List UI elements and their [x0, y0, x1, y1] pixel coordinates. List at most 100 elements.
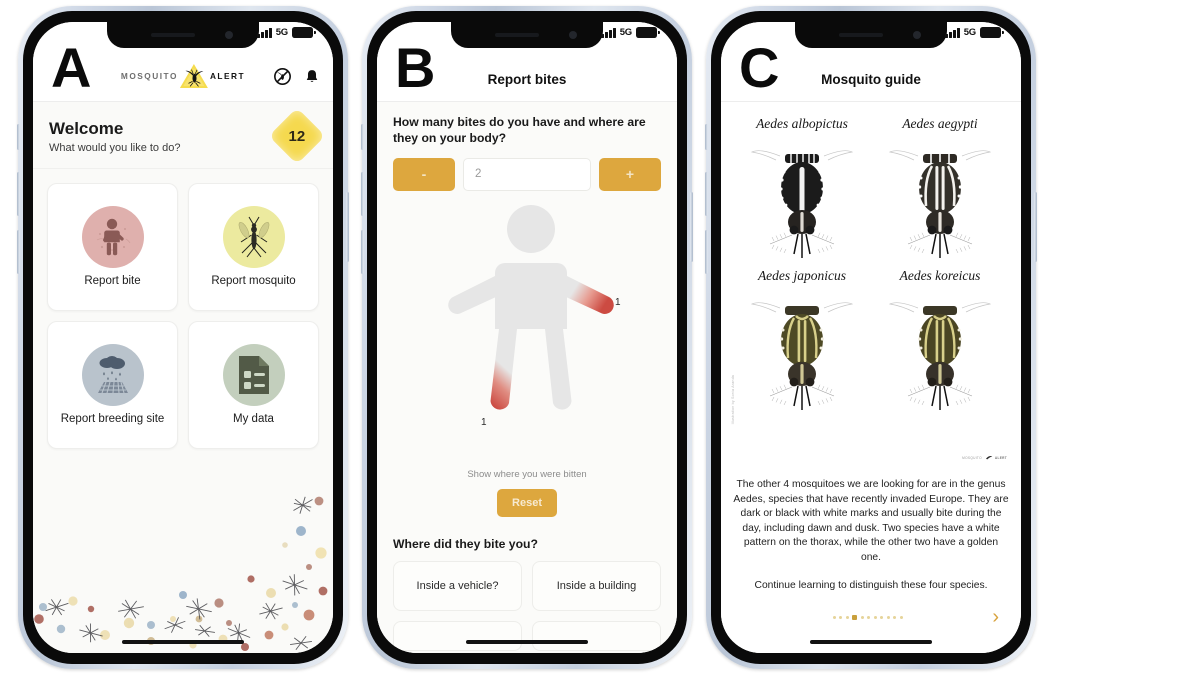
option-inside-a-vehicle[interactable]: Inside a vehicle?	[393, 560, 522, 611]
earpiece-speaker	[495, 33, 539, 37]
species-cell-albopictus[interactable]: Aedes albopictus	[733, 116, 871, 262]
notch	[451, 22, 603, 48]
option-inside-a-building[interactable]: Inside a building	[532, 560, 661, 611]
home-indicator[interactable]	[122, 639, 244, 644]
mosquito-guide-body: Aedes albopictus Aedes aegypti Aedes jap…	[721, 102, 1021, 653]
logo-word-mosquito: MOSQUITO	[120, 71, 178, 81]
guide-logo-word-alert: ALERT	[994, 455, 1007, 460]
pagination-dot[interactable]	[860, 615, 864, 619]
card-report-bite[interactable]: Report bite	[47, 183, 178, 311]
bites-count-question: How many bites do you have and where are…	[393, 115, 646, 146]
front-camera	[913, 31, 921, 39]
earpiece-speaker	[151, 33, 195, 37]
signal-strength-icon	[601, 27, 616, 38]
mosquito-alert-logo: MOSQUITO ALERT	[121, 63, 245, 89]
phone-c: 5G C Mosquito guide Aedes albopictus Aed…	[705, 6, 1037, 669]
species-name: Aedes aegypti	[902, 116, 978, 131]
screenshot-root: 5G A MOSQUITO ALERT Welcome What would y…	[0, 0, 1200, 675]
screen-title: Mosquito guide	[821, 72, 921, 87]
guide-paragraph-1: The other 4 mosquitoes we are looking fo…	[733, 479, 1009, 564]
front-camera	[225, 31, 233, 39]
guide-logo-mosquito-icon	[985, 456, 993, 460]
volume-up-button[interactable]	[17, 172, 20, 216]
pagination-dot[interactable]	[832, 615, 836, 619]
card-label: Report mosquito	[211, 274, 296, 287]
volume-up-button[interactable]	[361, 172, 364, 216]
card-my-data[interactable]: My data	[188, 321, 319, 449]
option-row2-left[interactable]	[393, 620, 522, 651]
mosquito-aegypti-illustration	[888, 150, 992, 258]
pagination-dots[interactable]	[743, 614, 992, 620]
bite-count-stepper: - 2 +	[377, 147, 677, 191]
bite-count-input[interactable]: 2	[463, 157, 591, 191]
logo-triangle-mosquito-icon	[179, 63, 209, 89]
home-indicator[interactable]	[466, 639, 588, 644]
volume-up-button[interactable]	[705, 172, 708, 216]
bite-location-question: Where did they bite you?	[393, 536, 538, 551]
score-badge-value: 12	[288, 127, 306, 145]
option-row2-right[interactable]	[532, 620, 661, 651]
score-badge[interactable]: 12	[268, 107, 326, 165]
phone-b: 5G B Report bites How many bites do you …	[361, 6, 693, 669]
rain-drain-icon	[81, 343, 144, 406]
phone-b-screen: 5G B Report bites How many bites do you …	[377, 22, 677, 653]
pagination-dot[interactable]	[852, 614, 858, 620]
status-bar-b: 5G	[601, 27, 660, 38]
home-body: Welcome What would you like to do? 12 Re…	[33, 102, 333, 653]
network-type-label: 5G	[963, 27, 976, 38]
mute-switch[interactable]	[705, 124, 708, 150]
pagination-dot[interactable]	[899, 615, 903, 619]
welcome-subtitle: What would you like to do?	[49, 141, 181, 154]
power-button[interactable]	[1034, 192, 1037, 262]
reset-button[interactable]: Reset	[497, 488, 557, 517]
phone-c-screen: 5G C Mosquito guide Aedes albopictus Aed…	[721, 22, 1021, 653]
species-cell-koreicus[interactable]: Aedes koreicus	[871, 268, 1009, 414]
front-camera	[569, 31, 577, 39]
decorative-mosquito-pattern	[33, 483, 333, 653]
pagination-dot[interactable]	[886, 615, 890, 619]
phone-a-screen: 5G A MOSQUITO ALERT Welcome What would y…	[33, 22, 333, 653]
screen-title: Report bites	[487, 72, 567, 87]
species-cell-japonicus[interactable]: Aedes japonicus	[733, 268, 871, 414]
increment-button[interactable]: +	[599, 157, 661, 191]
status-bar-a: 5G	[257, 27, 316, 38]
power-button[interactable]	[690, 192, 693, 262]
pagination-dot[interactable]	[893, 615, 897, 619]
volume-down-button[interactable]	[17, 230, 20, 274]
logo-word-alert: ALERT	[209, 71, 246, 81]
species-cell-aegypti[interactable]: Aedes aegypti	[871, 116, 1009, 262]
card-report-breeding-site[interactable]: Report breeding site	[47, 321, 178, 449]
body-map[interactable]: 1 1	[377, 193, 677, 469]
species-name: Aedes koreicus	[899, 268, 981, 283]
home-indicator[interactable]	[810, 639, 932, 644]
volume-down-button[interactable]	[361, 230, 364, 274]
pagination-dot[interactable]	[867, 615, 871, 619]
pagination-dot[interactable]	[845, 615, 849, 619]
guide-paragraph-2: Continue learning to distinguish these f…	[754, 579, 988, 591]
power-button[interactable]	[346, 192, 349, 262]
volume-down-button[interactable]	[705, 230, 708, 274]
guide-logo-word-mosquito: MOSQUITO	[962, 455, 982, 460]
body-map-caption: Show where you were bitten	[467, 468, 587, 480]
battery-icon	[980, 27, 1004, 38]
notification-bell-icon[interactable]	[305, 69, 319, 90]
decrement-button[interactable]: -	[393, 157, 455, 191]
species-illustration-panel: Aedes albopictus Aedes aegypti Aedes jap…	[731, 116, 1009, 464]
battery-icon	[292, 27, 316, 38]
mute-switch[interactable]	[361, 124, 364, 150]
mosquito-icon	[222, 205, 285, 268]
pagination-dot[interactable]	[839, 615, 843, 619]
species-grid: Aedes albopictus Aedes aegypti Aedes jap…	[733, 116, 1009, 414]
pagination-dot[interactable]	[880, 615, 884, 619]
next-page-arrow-icon[interactable]: ›	[992, 607, 999, 627]
species-name: Aedes japonicus	[757, 268, 847, 283]
mute-switch[interactable]	[17, 124, 20, 150]
card-label: Report bite	[84, 274, 141, 287]
no-mosquito-icon[interactable]	[274, 68, 291, 90]
mosquito-koreicus-illustration	[888, 302, 992, 410]
notch	[795, 22, 947, 48]
card-report-mosquito[interactable]: Report mosquito	[188, 183, 319, 311]
pagination-dot[interactable]	[873, 615, 877, 619]
guide-logo: MOSQUITO ALERT	[962, 455, 1007, 460]
mosquito-albopictus-illustration	[750, 150, 854, 258]
